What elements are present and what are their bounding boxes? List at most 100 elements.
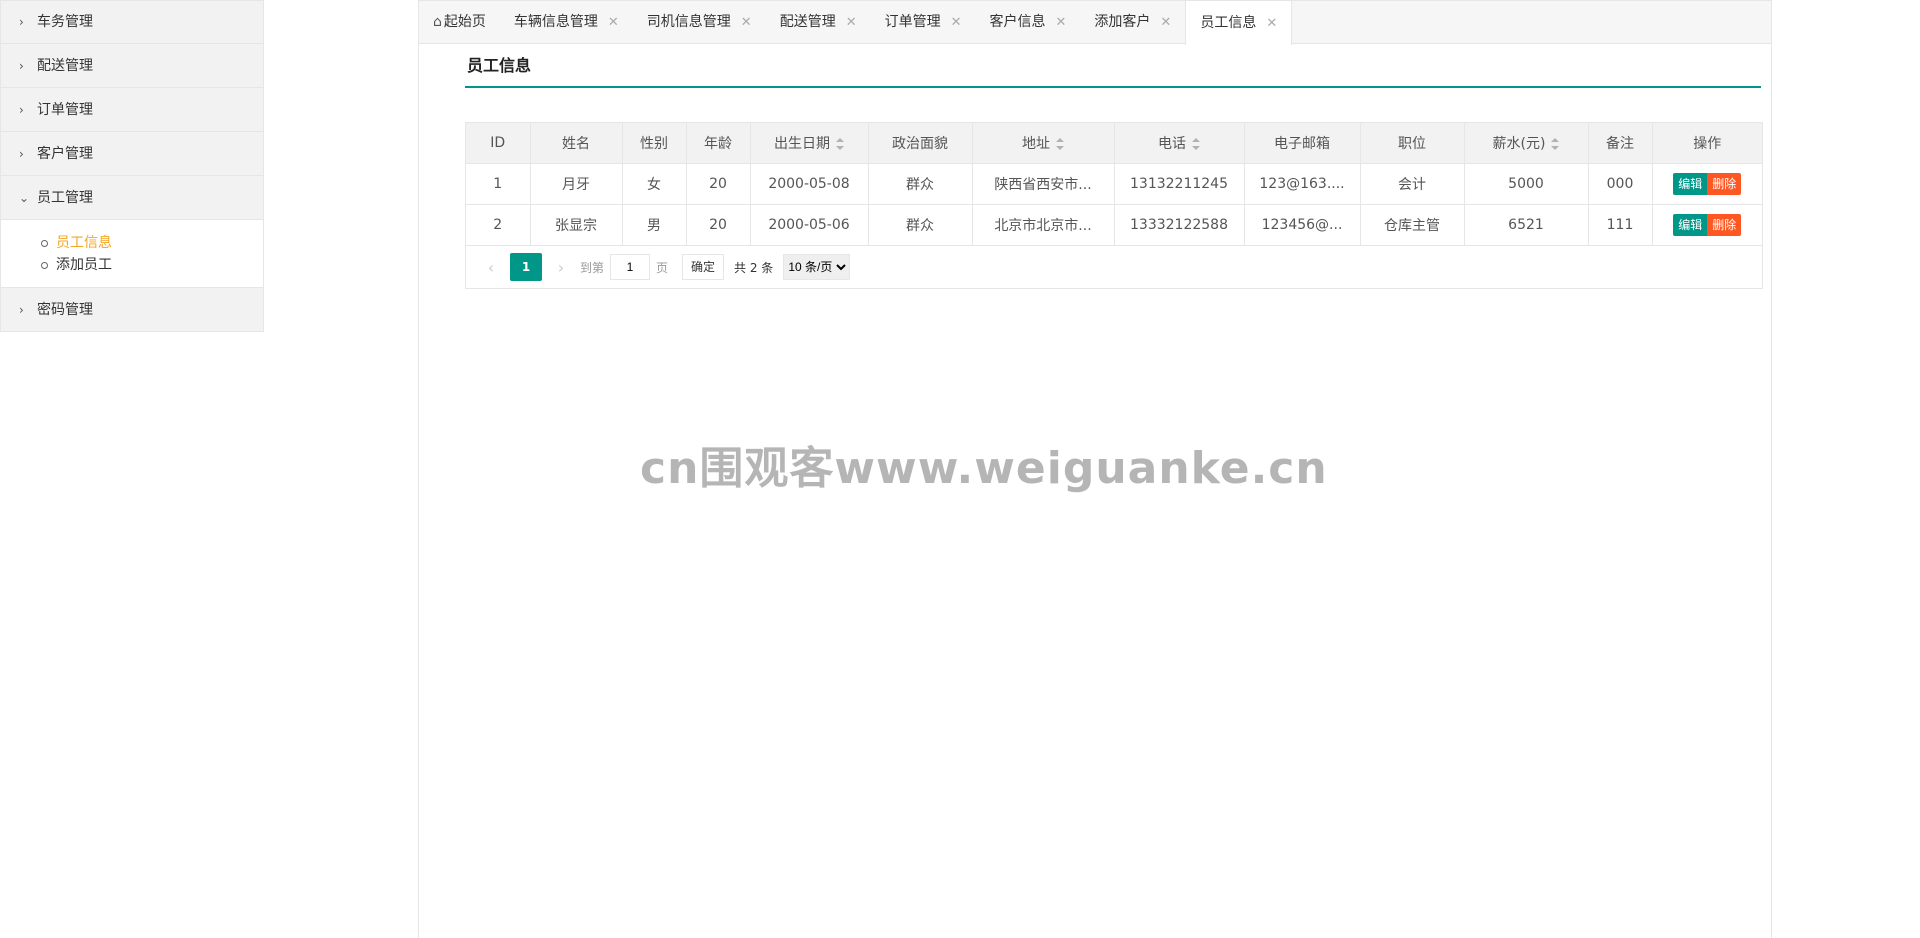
chevron-right-icon: ›	[19, 302, 24, 317]
tab-label: 车辆信息管理	[513, 14, 598, 30]
cell-email: 123@163....	[1244, 163, 1361, 205]
cell-position: 会计	[1360, 163, 1465, 205]
sort-icon[interactable]	[1192, 138, 1200, 150]
staff-table: ID 姓名 性别 年龄 出生日期 政治面貌 地址 电话 电子邮箱 职位 薪水(元…	[465, 122, 1763, 289]
close-icon[interactable]: ✕	[951, 1, 962, 44]
home-icon: ⌂	[433, 14, 442, 30]
tab-home[interactable]: ⌂ 起始页	[419, 1, 500, 44]
delete-button[interactable]: 删除	[1707, 173, 1742, 195]
cell-phone: 13332122588	[1114, 204, 1245, 246]
tab-label: 配送管理	[779, 14, 836, 30]
prev-page-icon[interactable]: ‹	[478, 258, 504, 277]
edit-button[interactable]: 编辑	[1673, 214, 1708, 236]
cell-birthdate: 2000-05-06	[750, 204, 869, 246]
sidebar-item-password[interactable]: › 密码管理	[0, 288, 264, 332]
tab-label: 司机信息管理	[646, 14, 731, 30]
cell-position: 仓库主管	[1360, 204, 1465, 246]
pagination: ‹ 1 › 到第 页 确定 共 2 条 10 条/页	[466, 246, 1762, 288]
chevron-right-icon: ›	[19, 146, 24, 161]
sort-icon[interactable]	[1056, 138, 1064, 150]
sidebar-item-vehicle-affairs[interactable]: › 车务管理	[0, 0, 264, 44]
cell-address: 陕西省西安市...	[972, 163, 1115, 205]
tab-label: 员工信息	[1200, 14, 1257, 31]
chevron-right-icon: ›	[19, 102, 24, 117]
close-icon[interactable]: ✕	[846, 1, 857, 44]
column-header-birthdate[interactable]: 出生日期	[750, 123, 869, 164]
tab-customer-info[interactable]: 客户信息 ✕	[976, 1, 1081, 44]
tab-vehicle-info[interactable]: 车辆信息管理 ✕	[500, 1, 633, 44]
cell-id: 1	[466, 163, 531, 205]
tab-orders[interactable]: 订单管理 ✕	[871, 1, 976, 44]
page-label: 页	[656, 260, 669, 275]
column-header-address[interactable]: 地址	[972, 123, 1115, 164]
cell-name: 张显宗	[530, 204, 623, 246]
cell-salary: 5000	[1464, 163, 1589, 205]
bullet-icon	[41, 239, 48, 247]
cell-politics: 群众	[868, 163, 973, 205]
sidebar-item-delivery[interactable]: › 配送管理	[0, 44, 264, 88]
sidebar: › 车务管理 › 配送管理 › 订单管理 › 客户管理 ⌄ 员工管理 员工信息 …	[0, 0, 264, 332]
tab-label: 起始页	[443, 14, 486, 30]
sidebar-item-customers[interactable]: › 客户管理	[0, 132, 264, 176]
edit-button[interactable]: 编辑	[1673, 173, 1708, 195]
page-number-current[interactable]: 1	[510, 253, 542, 281]
column-header-salary[interactable]: 薪水(元)	[1464, 123, 1589, 164]
sidebar-item-label: 配送管理	[37, 57, 93, 74]
cell-remark: 111	[1588, 204, 1653, 246]
chevron-right-icon: ›	[19, 15, 24, 29]
page-title: 员工信息	[465, 44, 1761, 88]
table-header-row: ID 姓名 性别 年龄 出生日期 政治面貌 地址 电话 电子邮箱 职位 薪水(元…	[466, 123, 1762, 164]
sidebar-item-staff[interactable]: ⌄ 员工管理	[0, 176, 264, 220]
cell-name: 月牙	[530, 163, 623, 205]
confirm-button[interactable]: 确定	[682, 254, 725, 280]
sidebar-item-label: 密码管理	[37, 301, 93, 318]
column-header-politics: 政治面貌	[868, 123, 973, 164]
cell-remark: 000	[1588, 163, 1653, 205]
sort-icon[interactable]	[836, 138, 844, 150]
close-icon[interactable]: ✕	[608, 1, 619, 44]
goto-page-input[interactable]	[610, 254, 651, 280]
chevron-down-icon: ⌄	[19, 190, 30, 205]
cell-age: 20	[686, 204, 751, 246]
content-area: 员工信息 ID 姓名 性别 年龄 出生日期 政治面貌 地址 电话 电子邮箱 职位…	[465, 44, 1763, 289]
column-header-email: 电子邮箱	[1244, 123, 1361, 164]
sidebar-item-orders[interactable]: › 订单管理	[0, 88, 264, 132]
sort-icon[interactable]	[1551, 138, 1560, 150]
cell-phone: 13132211245	[1114, 163, 1245, 205]
tab-bar: ⌂ 起始页 车辆信息管理 ✕ 司机信息管理 ✕ 配送管理 ✕ 订单管理 ✕ 客户…	[419, 0, 1771, 45]
column-header-remark: 备注	[1588, 123, 1653, 164]
tab-delivery[interactable]: 配送管理 ✕	[766, 1, 871, 44]
sidebar-item-label: 车务管理	[37, 14, 93, 30]
sidebar-item-label: 客户管理	[37, 145, 93, 162]
page-size-select[interactable]: 10 条/页	[783, 254, 851, 280]
table-row: 2 张显宗 男 20 2000-05-06 群众 北京市北京市... 13332…	[466, 204, 1762, 246]
close-icon[interactable]: ✕	[1266, 2, 1277, 45]
tab-label: 订单管理	[884, 14, 941, 30]
close-icon[interactable]: ✕	[741, 1, 752, 44]
total-count: 共 2 条	[734, 260, 774, 275]
sidebar-subitem-label: 添加员工	[56, 257, 112, 273]
column-header-phone[interactable]: 电话	[1114, 123, 1245, 164]
sidebar-subitem-staff-info[interactable]: 员工信息	[41, 232, 263, 254]
sidebar-item-label: 员工管理	[37, 189, 93, 206]
delete-button[interactable]: 删除	[1707, 214, 1742, 236]
cell-gender: 女	[622, 163, 687, 205]
column-header-id: ID	[466, 123, 531, 164]
next-page-icon[interactable]: ›	[548, 258, 574, 277]
tab-driver-info[interactable]: 司机信息管理 ✕	[633, 1, 766, 44]
cell-age: 20	[686, 163, 751, 205]
chevron-right-icon: ›	[19, 58, 24, 73]
sidebar-submenu-staff: 员工信息 添加员工	[0, 220, 264, 288]
watermark: cn围观客www.weiguanke.cn	[640, 443, 1328, 494]
tab-staff-info[interactable]: 员工信息 ✕	[1185, 1, 1293, 45]
tab-label: 添加客户	[1094, 14, 1151, 30]
sidebar-subitem-add-staff[interactable]: 添加员工	[41, 254, 263, 276]
tab-add-customer[interactable]: 添加客户 ✕	[1080, 1, 1185, 44]
goto-label: 到第	[580, 260, 605, 275]
cell-email: 123456@...	[1244, 204, 1361, 246]
column-header-actions: 操作	[1652, 123, 1762, 164]
close-icon[interactable]: ✕	[1160, 1, 1171, 44]
column-header-name: 姓名	[530, 123, 623, 164]
close-icon[interactable]: ✕	[1056, 1, 1067, 44]
cell-id: 2	[466, 204, 531, 246]
